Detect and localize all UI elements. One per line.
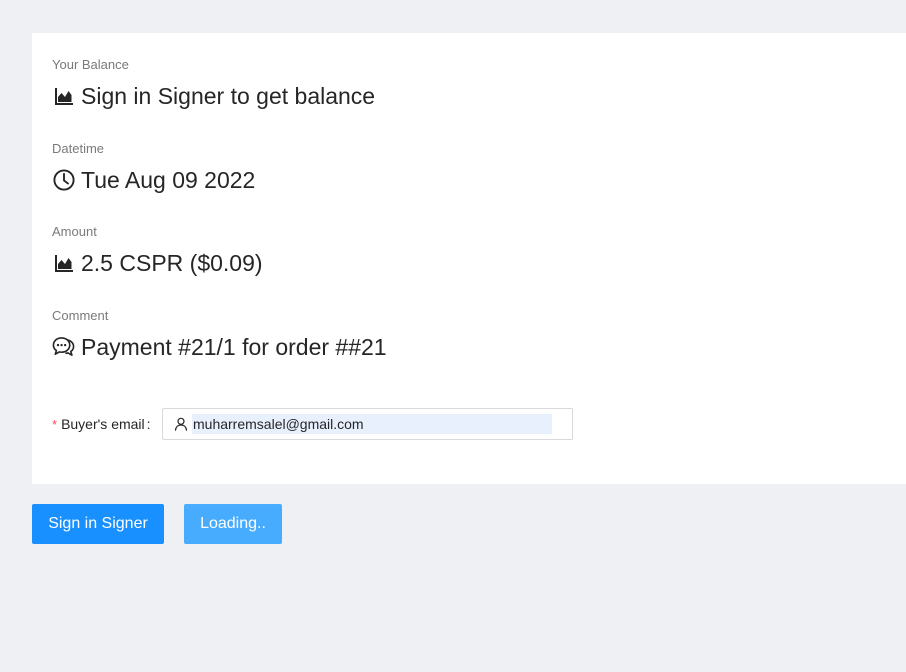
payment-card: Your Balance Sign in Signer to get balan… xyxy=(32,33,906,484)
comment-value-row: Payment #21/1 for order ##21 xyxy=(52,334,387,360)
sign-in-signer-button[interactable]: Sign in Signer xyxy=(32,504,164,544)
area-chart-icon xyxy=(52,85,75,108)
datetime-value-row: Tue Aug 09 2022 xyxy=(52,167,255,193)
loading-button[interactable]: Loading.. xyxy=(184,504,282,544)
datetime-label: Datetime xyxy=(52,141,105,156)
area-chart-icon xyxy=(52,252,75,275)
datetime-value: Tue Aug 09 2022 xyxy=(81,167,256,193)
comment-label: Comment xyxy=(52,308,109,323)
balance-stat: Your Balance Sign in Signer to get balan… xyxy=(52,57,375,109)
clock-icon xyxy=(52,169,75,192)
comments-icon xyxy=(52,336,75,359)
balance-value-row: Sign in Signer to get balance xyxy=(52,83,375,109)
amount-stat: Amount 2.5 CSPR ($0.09) xyxy=(52,224,263,276)
balance-value: Sign in Signer to get balance xyxy=(81,83,376,109)
buyer-email-label-colon: : xyxy=(146,416,151,432)
required-mark: * xyxy=(52,416,58,432)
buyer-email-row: * Buyer's email : xyxy=(52,408,573,440)
amount-label: Amount xyxy=(52,224,97,239)
amount-value: 2.5 CSPR ($0.09) xyxy=(81,250,263,276)
comment-value: Payment #21/1 for order ##21 xyxy=(81,334,387,360)
buyer-email-label-text: Buyer's email xyxy=(61,416,145,432)
buyer-email-field[interactable] xyxy=(162,408,573,440)
amount-value-row: 2.5 CSPR ($0.09) xyxy=(52,250,263,276)
datetime-stat: Datetime Tue Aug 09 2022 xyxy=(52,141,255,193)
balance-label: Your Balance xyxy=(52,57,129,72)
buyer-email-label: * Buyer's email : xyxy=(52,416,162,432)
comment-stat: Comment Payment #21/1 for order ##21 xyxy=(52,308,387,360)
buyer-email-input[interactable] xyxy=(192,414,552,434)
user-icon xyxy=(174,417,188,431)
